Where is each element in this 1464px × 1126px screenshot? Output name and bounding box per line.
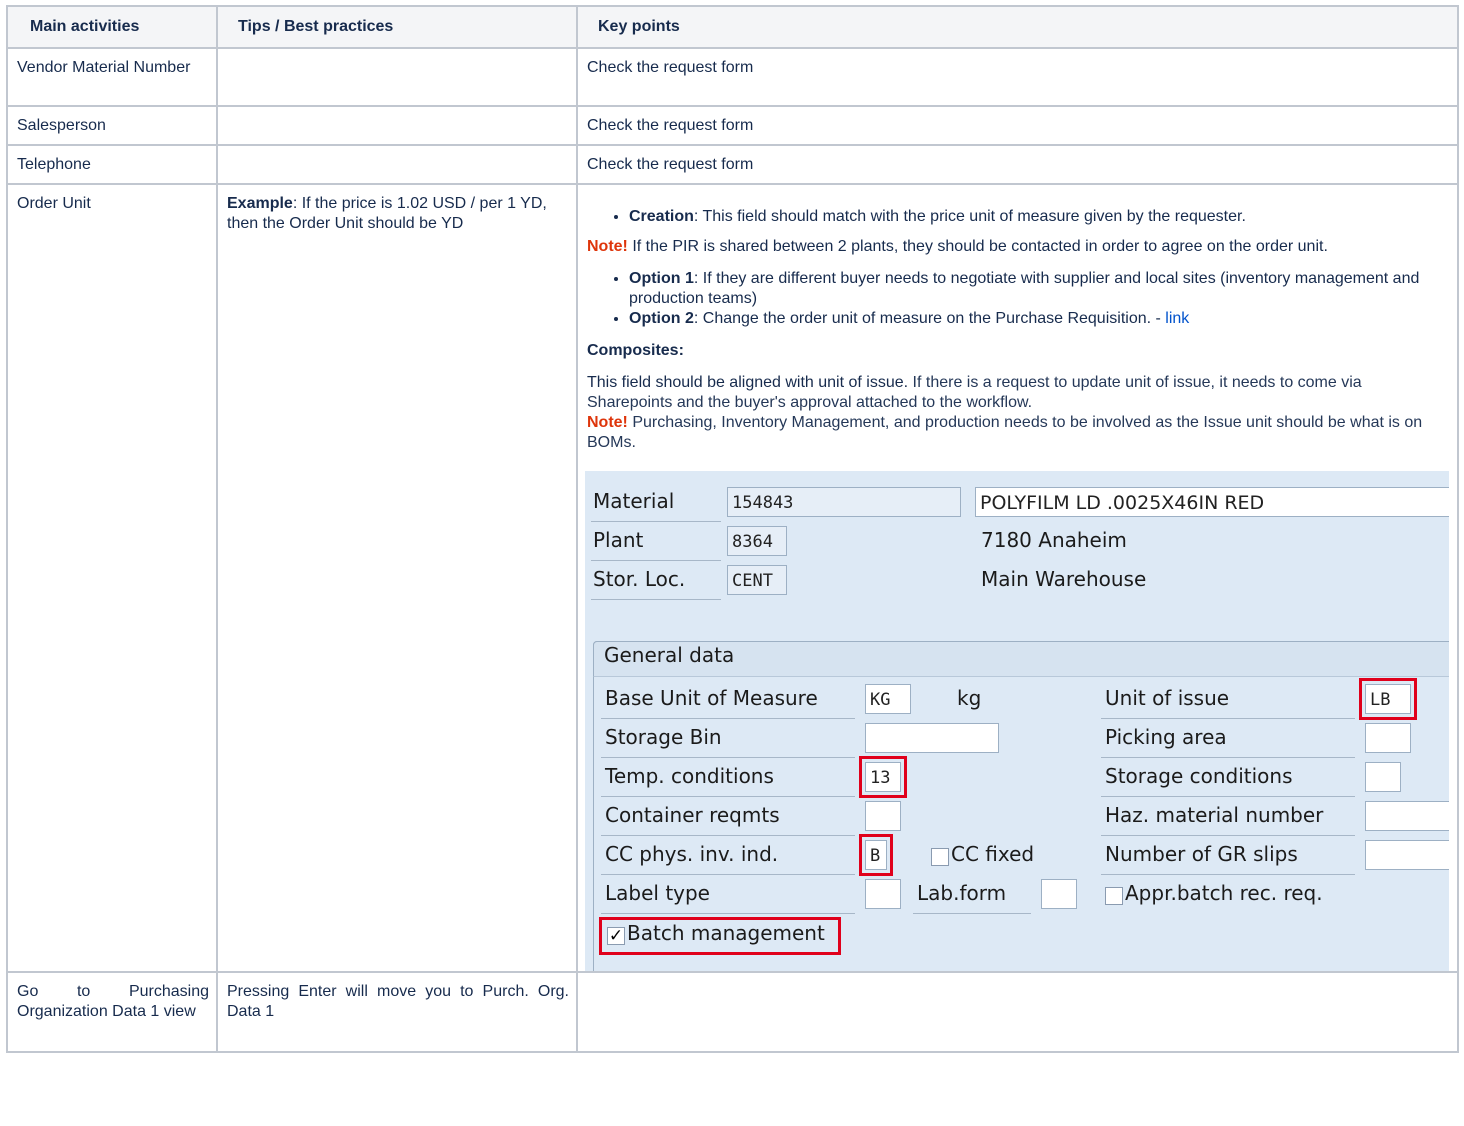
appr-batch-label: Appr.batch rec. req.: [1125, 881, 1323, 905]
storage-location-field[interactable]: CENT: [727, 565, 787, 595]
creation-label: Creation: [629, 208, 694, 225]
requisition-link[interactable]: link: [1165, 310, 1189, 327]
base-uom-label: Base Unit of Measure: [605, 686, 818, 710]
storage-bin-field[interactable]: [865, 723, 999, 753]
material-field[interactable]: 154843: [727, 487, 961, 517]
storage-bin-label: Storage Bin: [605, 725, 722, 749]
picking-area-field[interactable]: [1365, 723, 1411, 753]
table-row-order-unit: Order Unit Example: If the price is 1.02…: [6, 183, 1459, 973]
gr-slips-label: Number of GR slips: [1105, 842, 1298, 866]
table-row: Go to Purchasing Organization Data 1 vie…: [6, 971, 1459, 1053]
cc-fixed-checkbox[interactable]: [931, 848, 949, 866]
material-label: Material: [593, 489, 675, 513]
note-label: Note!: [587, 414, 628, 431]
composites-title: Composites:: [587, 341, 1450, 361]
unit-of-issue-highlight: [1359, 678, 1417, 720]
tips-cell: Example: If the price is 1.02 USD / per …: [216, 183, 578, 973]
appr-batch-checkbox[interactable]: [1105, 887, 1123, 905]
creation-bullet: Creation: This field should match with t…: [629, 207, 1450, 227]
note-text: If the PIR is shared between 2 plants, t…: [627, 238, 1328, 255]
option1-label: Option 1: [629, 270, 694, 287]
container-reqmts-field[interactable]: [865, 801, 901, 831]
table-row: Vendor Material Number Check the request…: [6, 47, 1459, 107]
column-header: Key points: [576, 5, 1459, 49]
activity-cell: Telephone: [6, 144, 218, 185]
activity-cell: Go to Purchasing Organization Data 1 vie…: [6, 971, 218, 1053]
tips-cell: [216, 105, 578, 146]
lab-form-field[interactable]: [1041, 879, 1077, 909]
composites-heading: Composites:: [587, 342, 684, 359]
tips-cell: Pressing Enter will move you to Purch. O…: [216, 971, 578, 1053]
label-type-field[interactable]: [865, 879, 901, 909]
gr-slips-field[interactable]: [1365, 840, 1449, 870]
plant-description: 7180 Anaheim: [981, 528, 1127, 552]
label-type-label: Label type: [605, 881, 710, 905]
note-text: Purchasing, Inventory Management, and pr…: [587, 414, 1423, 451]
table-header-row: Main activities Tips / Best practices Ke…: [6, 5, 1459, 49]
note-label: Note!: [587, 238, 628, 255]
lab-form-label: Lab.form: [917, 881, 1007, 905]
storage-location-label: Stor. Loc.: [593, 567, 686, 591]
batch-management-highlight: [599, 917, 841, 955]
activity-cell: Order Unit: [6, 183, 218, 973]
key-points-cell: [576, 971, 1459, 1053]
example-label: Example: [227, 195, 293, 212]
note-paragraph: Note! If the PIR is shared between 2 pla…: [587, 237, 1450, 257]
storage-conditions-field[interactable]: [1365, 762, 1401, 792]
picking-area-label: Picking area: [1105, 725, 1227, 749]
option1-bullet: Option 1: If they are different buyer ne…: [629, 269, 1450, 309]
column-header: Main activities: [6, 5, 218, 49]
key-points-cell: Check the request form: [576, 47, 1459, 107]
storage-location-description: Main Warehouse: [981, 567, 1147, 591]
creation-text: : This field should match with the price…: [693, 208, 1246, 225]
table-row: Salesperson Check the request form: [6, 105, 1459, 146]
tips-cell: [216, 47, 578, 107]
unit-of-issue-label: Unit of issue: [1105, 686, 1230, 710]
material-description-field[interactable]: POLYFILM LD .0025X46IN RED: [975, 487, 1449, 517]
activities-table: Main activities Tips / Best practices Ke…: [6, 5, 1459, 1053]
tips-cell: [216, 144, 578, 185]
activity-cell: Vendor Material Number: [6, 47, 218, 107]
cc-phys-inv-label: CC phys. inv. ind.: [605, 842, 779, 866]
temp-conditions-highlight: [859, 756, 907, 798]
column-header: Tips / Best practices: [216, 5, 578, 49]
storage-conditions-label: Storage conditions: [1105, 764, 1293, 788]
composites-text: This field should be aligned with unit o…: [587, 374, 913, 391]
base-uom-field[interactable]: KG: [865, 684, 911, 714]
composites-paragraph: This field should be aligned with unit o…: [587, 373, 1450, 453]
temp-conditions-label: Temp. conditions: [605, 764, 774, 788]
plant-label: Plant: [593, 528, 644, 552]
container-reqmts-label: Container reqmts: [605, 803, 780, 827]
sap-screenshot: Material 154843 POLYFILM LD .0025X46IN R…: [585, 471, 1449, 971]
cc-phys-inv-highlight: [859, 834, 893, 876]
option2-text: : Change the order unit of measure on th…: [693, 310, 1166, 327]
general-data-title: General data: [604, 643, 735, 667]
key-points-cell: Check the request form: [576, 105, 1459, 146]
haz-material-field[interactable]: [1365, 801, 1449, 831]
key-points-cell: Check the request form: [576, 144, 1459, 185]
option1-text: : If they are different buyer needs to n…: [629, 270, 1420, 307]
haz-material-label: Haz. material number: [1105, 803, 1324, 827]
option2-bullet: Option 2: Change the order unit of measu…: [629, 309, 1450, 329]
key-points-cell: Creation: This field should match with t…: [576, 183, 1459, 973]
base-uom-text: kg: [957, 686, 982, 710]
option2-label: Option 2: [629, 310, 694, 327]
activity-cell: Salesperson: [6, 105, 218, 146]
cc-fixed-label: CC fixed: [951, 842, 1035, 866]
table-row: Telephone Check the request form: [6, 144, 1459, 185]
plant-field[interactable]: 8364: [727, 526, 787, 556]
